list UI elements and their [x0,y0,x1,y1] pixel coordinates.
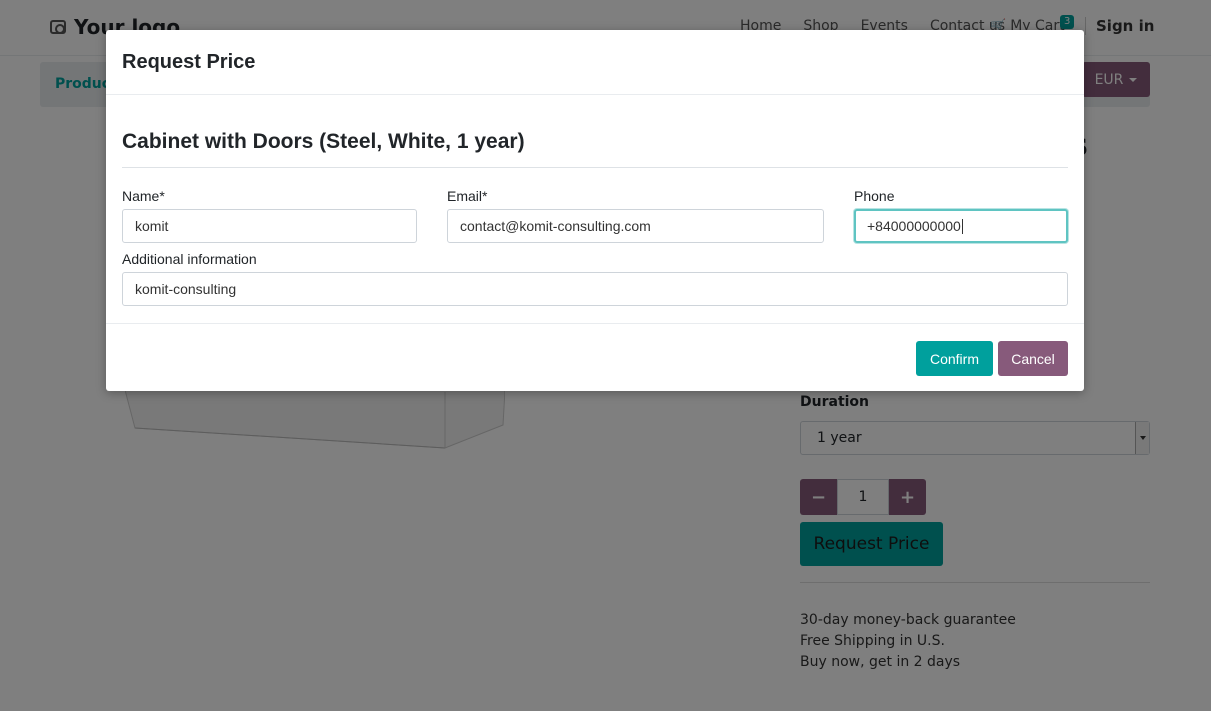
cancel-button[interactable]: Cancel [998,341,1068,376]
text-cursor [961,218,963,234]
modal-title: Request Price [122,51,256,73]
phone-value: +84000000000 [867,218,961,234]
request-price-modal: Request Price Cabinet with Doors (Steel,… [106,30,1084,391]
email-label: Email* [447,188,488,204]
name-field[interactable]: komit [122,209,417,243]
additional-info-label: Additional information [122,251,257,267]
phone-field[interactable]: +84000000000 [854,209,1068,243]
modal-header: Request Price [106,30,1084,95]
divider [122,167,1068,168]
email-field[interactable]: contact@komit-consulting.com [447,209,824,243]
additional-info-field[interactable]: komit-consulting [122,272,1068,306]
modal-product-name: Cabinet with Doors (Steel, White, 1 year… [122,130,525,153]
phone-label: Phone [854,188,895,204]
name-label: Name* [122,188,165,204]
confirm-button[interactable]: Confirm [916,341,993,376]
